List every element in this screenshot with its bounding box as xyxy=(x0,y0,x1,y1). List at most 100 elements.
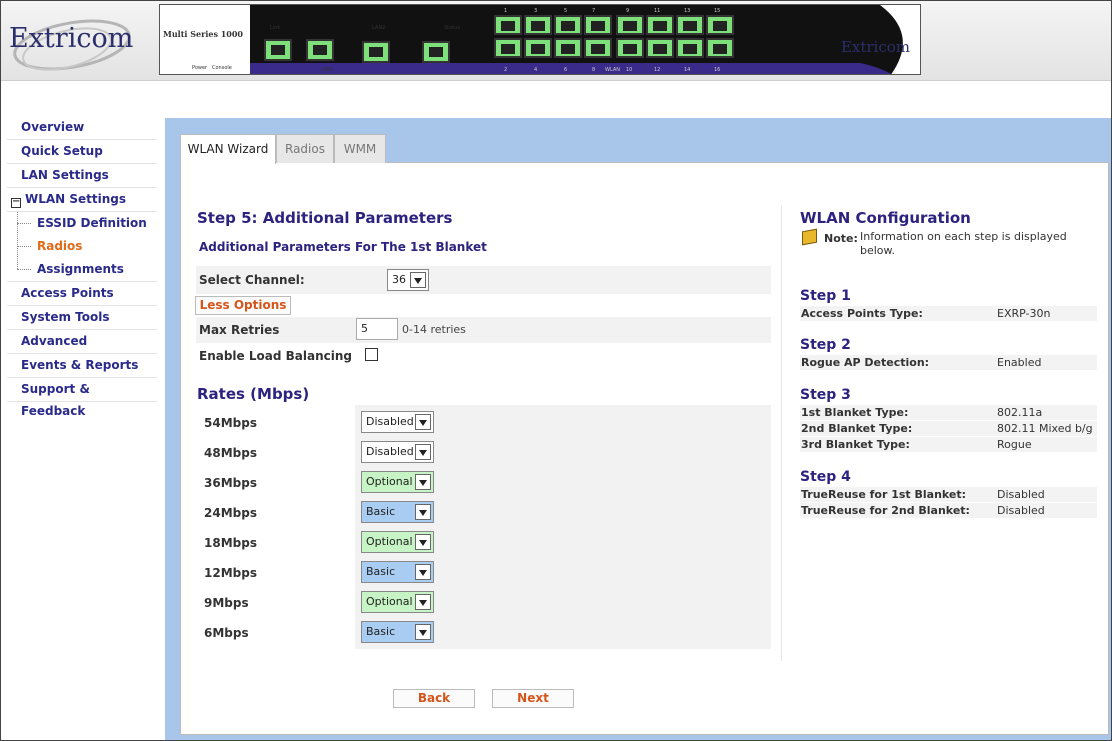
config-row: 1st Blanket Type: 802.11a xyxy=(800,405,1097,420)
config-value: Disabled xyxy=(997,504,1045,517)
chevron-down-icon xyxy=(415,444,431,460)
max-retries-row xyxy=(196,317,771,343)
config-row: Rogue AP Detection: Enabled xyxy=(800,355,1097,370)
rate-select-24[interactable]: Basic xyxy=(361,501,434,523)
lan2-port-icon xyxy=(362,41,390,63)
config-value: Enabled xyxy=(997,356,1042,369)
sidebar-item-essid-definition[interactable]: ESSID Definition xyxy=(7,212,157,235)
rate-select-6[interactable]: Basic xyxy=(361,621,434,643)
rate-select-12[interactable]: Basic xyxy=(361,561,434,583)
chevron-down-icon xyxy=(410,272,426,288)
step-title: Step 5: Additional Parameters xyxy=(197,209,453,227)
port-num-2: 2 xyxy=(504,67,508,73)
load-balancing-label: Enable Load Balancing xyxy=(199,349,352,363)
blanket-subtitle: Additional Parameters For The 1st Blanke… xyxy=(199,240,487,254)
back-button[interactable]: Back xyxy=(393,689,475,708)
port-icon xyxy=(494,15,522,35)
status-label: Status xyxy=(444,25,460,31)
device-model-label: Multi Series 1000 xyxy=(163,29,243,39)
sidebar-item-system-tools[interactable]: System Tools xyxy=(7,306,157,330)
config-value: EXRP-30n xyxy=(997,307,1051,320)
collapse-icon[interactable]: − xyxy=(11,197,21,208)
tab-radios[interactable]: Radios xyxy=(276,134,334,163)
max-retries-input[interactable]: 5 xyxy=(356,318,398,340)
sidebar-nav: Overview Quick Setup LAN Settings − WLAN … xyxy=(7,116,157,418)
port-icon xyxy=(646,15,674,35)
config-key: Rogue AP Detection: xyxy=(801,356,930,369)
lan1-label: LAN1 xyxy=(320,67,334,73)
config-value: Rogue xyxy=(997,438,1032,451)
chevron-down-icon xyxy=(415,624,431,640)
sidebar-item-advanced[interactable]: Advanced xyxy=(7,330,157,354)
max-retries-label: Max Retries xyxy=(199,323,280,337)
sidebar-item-quick-setup[interactable]: Quick Setup xyxy=(7,140,157,164)
rate-label-36: 36Mbps xyxy=(204,476,257,490)
port-num-8: 8 xyxy=(592,67,596,73)
port-num-16: 16 xyxy=(714,67,721,73)
config-step-4-title: Step 4 xyxy=(800,469,851,485)
tab-wmm[interactable]: WMM xyxy=(334,134,386,163)
rate-label-54: 54Mbps xyxy=(204,416,257,430)
config-row: Access Points Type: EXRP-30n xyxy=(800,306,1097,321)
chevron-down-icon xyxy=(415,564,431,580)
status-port-icon xyxy=(422,41,450,63)
port-icon xyxy=(706,38,734,58)
rate-select-54[interactable]: Disabled xyxy=(361,411,434,433)
chevron-down-icon xyxy=(415,594,431,610)
port-num-7: 7 xyxy=(592,8,596,14)
sidebar-item-radios[interactable]: Radios xyxy=(7,235,157,258)
wlan-subnav: ESSID Definition Radios Assignments xyxy=(7,212,157,282)
extricom-logo: Extricom xyxy=(7,7,137,71)
port-num-5: 5 xyxy=(564,8,568,14)
note-text: Information on each step is displayed be… xyxy=(860,230,1067,257)
config-key: 3rd Blanket Type: xyxy=(801,438,910,451)
rate-label-48: 48Mbps xyxy=(204,446,257,460)
channel-select[interactable]: 36 xyxy=(387,269,429,291)
sidebar-item-lan-settings[interactable]: LAN Settings xyxy=(7,164,157,188)
less-options-button[interactable]: Less Options xyxy=(195,296,291,315)
rates-title: Rates (Mbps) xyxy=(197,385,310,403)
port-icon xyxy=(554,38,582,58)
port-icon xyxy=(584,38,612,58)
next-button[interactable]: Next xyxy=(492,689,574,708)
port-num-13: 13 xyxy=(684,8,691,14)
config-row: 3rd Blanket Type: Rogue xyxy=(800,437,1097,452)
rate-value: Basic xyxy=(366,565,396,578)
column-divider xyxy=(781,206,782,661)
console-label: Console xyxy=(212,65,232,71)
sidebar-item-events-reports[interactable]: Events & Reports xyxy=(7,354,157,378)
rate-value: Optional xyxy=(366,595,413,608)
lan2-label: LAN2 xyxy=(372,25,386,31)
chevron-down-icon xyxy=(415,534,431,550)
config-key: TrueReuse for 1st Blanket: xyxy=(801,488,967,501)
port-icon xyxy=(584,15,612,35)
sidebar-item-assignments[interactable]: Assignments xyxy=(7,258,157,281)
config-value: Disabled xyxy=(997,488,1045,501)
port-num-12: 12 xyxy=(654,67,661,73)
sidebar-item-wlan-settings[interactable]: − WLAN Settings xyxy=(7,188,157,212)
port-icon xyxy=(524,15,552,35)
sidebar-item-access-points[interactable]: Access Points xyxy=(7,282,157,306)
port-num-6: 6 xyxy=(564,67,568,73)
sidebar-item-overview[interactable]: Overview xyxy=(7,116,157,140)
rate-value: Optional xyxy=(366,475,413,488)
tab-wlan-wizard[interactable]: WLAN Wizard xyxy=(180,134,276,164)
logo-text: Extricom xyxy=(9,23,134,54)
port-icon xyxy=(676,15,704,35)
note-icon xyxy=(802,228,817,246)
rate-value: Basic xyxy=(366,625,396,638)
config-value: 802.11 Mixed b/g xyxy=(997,422,1093,435)
channel-value: 36 xyxy=(392,273,406,286)
lan1-port-icon xyxy=(306,39,334,61)
load-balancing-checkbox[interactable] xyxy=(365,348,378,361)
config-step-3-title: Step 3 xyxy=(800,387,851,403)
rate-select-48[interactable]: Disabled xyxy=(361,441,434,463)
rate-select-18[interactable]: Optional xyxy=(361,531,434,553)
device-panel-image: Multi Series 1000 Power Console Link LAN… xyxy=(159,4,921,75)
rate-label-12: 12Mbps xyxy=(204,566,257,580)
port-num-11: 11 xyxy=(654,8,661,14)
sidebar-item-support-feedback[interactable]: Support & Feedback xyxy=(7,378,157,418)
rate-select-36[interactable]: Optional xyxy=(361,471,434,493)
port-num-3: 3 xyxy=(534,8,538,14)
rate-select-9[interactable]: Optional xyxy=(361,591,434,613)
